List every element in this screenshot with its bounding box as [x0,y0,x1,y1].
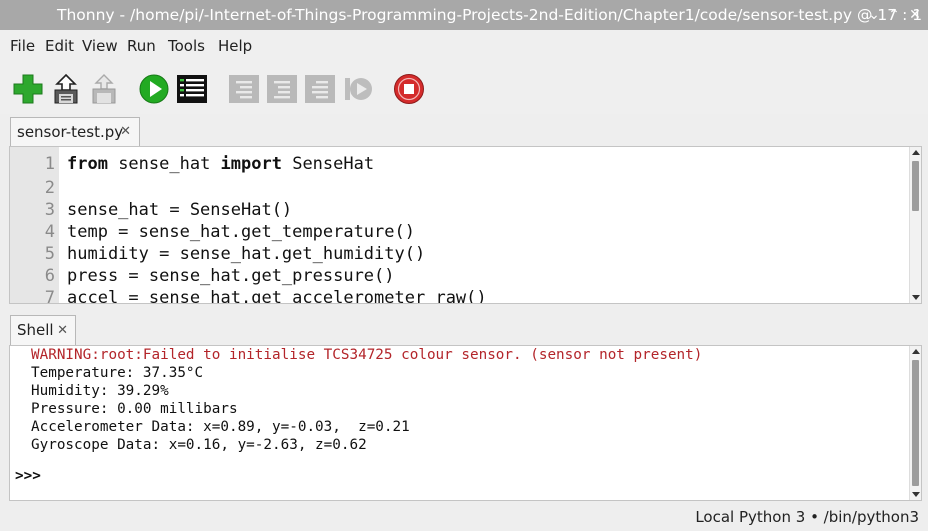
tab-label: Shell [17,321,54,339]
line-number: 7 [44,288,55,304]
shell-scrollbar[interactable] [909,346,921,500]
keyword: from [67,154,108,174]
editor-scroll-thumb[interactable] [912,161,919,211]
shell-output-line: Accelerometer Data: x=0.89, y=-0.03, z=0… [31,419,410,435]
shell-warning-line: WARNING:root:Failed to initialise TCS347… [31,347,703,363]
line-number: 2 [44,178,55,198]
shell-tab-bar: Shell ✕ [0,311,928,345]
shell-output-line: Gyroscope Data: x=0.16, y=-2.63, z=0.62 [31,437,367,453]
close-tab-icon[interactable]: ✕ [120,118,131,146]
code-line: from sense_hat import SenseHat [67,154,374,174]
editor-tab-bar: sensor-test.py ✕ [0,114,928,146]
menu-bar: File Edit View Run Tools Help [0,30,928,62]
tab-label: sensor-test.py [17,123,124,141]
menu-edit[interactable]: Edit [45,30,74,62]
line-number-gutter: 1 2 3 4 5 6 7 [10,147,59,303]
window-menu-icon[interactable]: ⌄ [864,0,884,30]
line-number: 6 [44,266,55,286]
shell-console[interactable]: WARNING:root:Failed to initialise TCS347… [9,345,922,501]
open-file-icon[interactable] [50,73,82,105]
run-icon[interactable] [138,73,170,105]
scroll-down-arrow-icon[interactable] [912,492,920,497]
code-text: sense_hat [107,154,221,174]
status-bar: Local Python 3 • /bin/python3 [0,503,928,531]
title-bar: Thonny - /home/pi/-Internet-of-Things-Pr… [0,0,928,30]
tab-sensor-test[interactable]: sensor-test.py ✕ [10,117,140,146]
minimize-icon[interactable]: ⌃ [884,0,904,30]
line-number: 3 [44,200,55,220]
close-window-icon[interactable]: ✕ [905,0,925,30]
scroll-up-arrow-icon[interactable] [912,349,920,354]
close-tab-icon[interactable]: ✕ [57,316,68,345]
shell-scroll-thumb[interactable] [912,360,919,486]
code-editor[interactable]: 1 2 3 4 5 6 7 from sense_hat import Sens… [9,146,922,304]
code-text: SenseHat [281,154,375,174]
step-over-icon[interactable] [228,73,260,105]
keyword: import [220,154,282,174]
shell-output-line: Humidity: 39.29% [31,383,169,399]
tab-shell[interactable]: Shell ✕ [10,315,76,345]
window-title: Thonny - /home/pi/-Internet-of-Things-Pr… [57,6,923,24]
menu-file[interactable]: File [10,30,35,62]
menu-view[interactable]: View [82,30,118,62]
code-line: sense_hat = SenseHat() [67,200,293,220]
scroll-down-arrow-icon[interactable] [912,295,920,300]
line-number: 4 [44,222,55,242]
code-line: temp = sense_hat.get_temperature() [67,222,415,242]
resume-icon[interactable] [342,73,374,105]
line-number: 5 [44,244,55,264]
step-out-icon[interactable] [304,73,336,105]
scroll-up-arrow-icon[interactable] [912,150,920,155]
shell-output-line: Pressure: 0.00 millibars [31,401,238,417]
new-file-icon[interactable] [12,73,44,105]
stop-icon[interactable] [393,73,425,105]
line-number: 1 [44,154,55,174]
shell-output-line: Temperature: 37.35°C [31,365,204,381]
menu-help[interactable]: Help [218,30,252,62]
step-into-icon[interactable] [266,73,298,105]
code-line: humidity = sense_hat.get_humidity() [67,244,426,264]
menu-tools[interactable]: Tools [168,30,205,62]
debug-icon[interactable] [176,73,208,105]
shell-prompt: >>> [15,468,41,484]
menu-run[interactable]: Run [127,30,156,62]
save-file-icon[interactable] [88,73,120,105]
code-line: press = sense_hat.get_pressure() [67,266,395,286]
code-line: accel = sense_hat.get_accelerometer_raw(… [67,288,487,304]
toolbar [0,62,928,114]
editor-scrollbar[interactable] [909,147,921,303]
interpreter-status[interactable]: Local Python 3 • /bin/python3 [695,503,919,531]
